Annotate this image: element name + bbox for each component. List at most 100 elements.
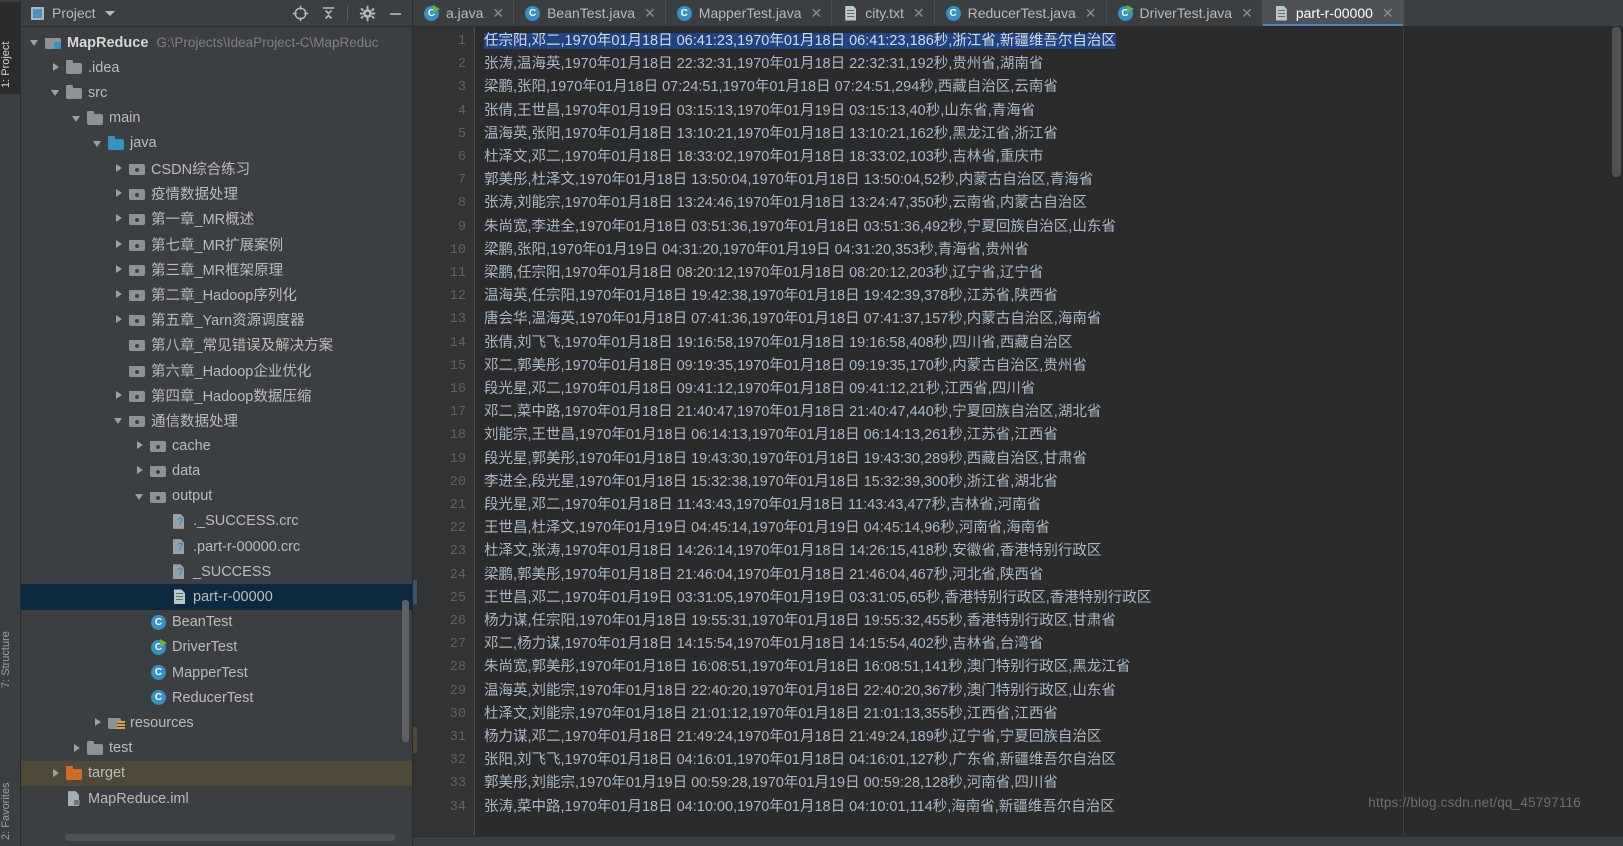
minimize-icon[interactable]	[382, 1, 408, 25]
code-line[interactable]: 邓二,菜中路,1970年01月18日 21:40:47,1970年01月18日 …	[484, 401, 1101, 424]
editor-tab-drivertest-java[interactable]: DriverTest.java ✕	[1107, 0, 1263, 26]
tree-row[interactable]: BeanTest	[21, 610, 412, 635]
code-line[interactable]: 朱尚宽,李进全,1970年01月18日 03:51:36,1970年01月18日…	[484, 216, 1116, 239]
triangle-right-icon[interactable]	[113, 187, 126, 200]
code-line[interactable]: 郭美彤,杜泽文,1970年01月18日 13:50:04,1970年01月18日…	[484, 169, 1093, 192]
code-line[interactable]: 杨力谋,邓二,1970年01月18日 21:49:24,1970年01月18日 …	[484, 726, 1101, 749]
triangle-down-icon[interactable]	[71, 112, 84, 125]
triangle-right-icon[interactable]	[113, 212, 126, 225]
tree-row[interactable]: 第六章_Hadoop企业优化	[21, 358, 412, 383]
locate-icon[interactable]	[287, 1, 313, 25]
editor-scrollbar-thumb[interactable]	[1612, 27, 1621, 177]
tree-row[interactable]: .part-r-00000.crc	[21, 534, 412, 559]
triangle-right-icon[interactable]	[92, 716, 105, 729]
tree-row[interactable]: src	[21, 80, 412, 105]
code-line[interactable]: 张涛,菜中路,1970年01月18日 04:10:00,1970年01月18日 …	[484, 796, 1115, 819]
tree-row[interactable]: MapReduce.iml	[21, 786, 412, 811]
tree-row[interactable]: MapReduce G:\Projects\IdeaProject-C\MapRe…	[21, 30, 412, 55]
triangle-right-icon[interactable]	[50, 61, 63, 74]
tree-row[interactable]: 第一章_MR概述	[21, 206, 412, 231]
code-line[interactable]: 郭美彤,刘能宗,1970年01月19日 00:59:28,1970年01月19日…	[484, 772, 1058, 795]
project-tree[interactable]: MapReduce G:\Projects\IdeaProject-C\MapRe…	[21, 27, 412, 843]
close-icon[interactable]: ✕	[1241, 5, 1253, 22]
code-line[interactable]: 温海英,任宗阳,1970年01月18日 19:42:38,1970年01月18日…	[484, 285, 1058, 308]
code-line[interactable]: 张阳,刘飞飞,1970年01月18日 04:16:01,1970年01月18日 …	[484, 749, 1116, 772]
code-line[interactable]: 段光星,邓二,1970年01月18日 11:43:43,1970年01月18日 …	[484, 494, 1041, 517]
gear-icon[interactable]	[354, 1, 380, 25]
tree-row[interactable]: 第八章_常见错误及解决方案	[21, 332, 412, 357]
code-line[interactable]: 梁鹏,张阳,1970年01月18日 07:24:51,1970年01月18日 0…	[484, 76, 1058, 99]
tree-row[interactable]: java	[21, 131, 412, 156]
code-line[interactable]: 张倩,刘飞飞,1970年01月18日 19:16:58,1970年01月18日 …	[484, 332, 1072, 355]
code-line[interactable]: 杜泽文,刘能宗,1970年01月18日 21:01:12,1970年01月18日…	[484, 703, 1058, 726]
code-lines[interactable]: 任宗阳,邓二,1970年01月18日 06:41:23,1970年01月18日 …	[413, 27, 1623, 846]
tree-row[interactable]: CSDN综合练习	[21, 156, 412, 181]
project-vertical-scrollbar[interactable]	[402, 600, 409, 742]
tree-row[interactable]: ReducerTest	[21, 685, 412, 710]
code-line[interactable]: 张倩,王世昌,1970年01月19日 03:15:13,1970年01月19日 …	[484, 100, 1035, 123]
code-line[interactable]: 杜泽文,张涛,1970年01月18日 14:26:14,1970年01月18日 …	[484, 540, 1101, 563]
triangle-right-icon[interactable]	[113, 313, 126, 326]
code-line[interactable]: 王世昌,邓二,1970年01月19日 03:31:05,1970年01月19日 …	[484, 587, 1151, 610]
editor-vertical-scrollbar[interactable]	[1610, 27, 1623, 846]
close-icon[interactable]: ✕	[644, 5, 656, 22]
tree-row[interactable]: 疫情数据处理	[21, 181, 412, 206]
close-icon[interactable]: ✕	[913, 5, 925, 22]
editor-tab-a-java[interactable]: a.java ✕	[413, 0, 515, 26]
tree-row[interactable]: data	[21, 458, 412, 483]
code-line[interactable]: 段光星,邓二,1970年01月18日 09:41:12,1970年01月18日 …	[484, 378, 1035, 401]
code-line[interactable]: 任宗阳,邓二,1970年01月18日 06:41:23,1970年01月18日 …	[484, 30, 1116, 53]
tree-row[interactable]: 第四章_Hadoop数据压缩	[21, 383, 412, 408]
triangle-right-icon[interactable]	[113, 389, 126, 402]
triangle-right-icon[interactable]	[134, 464, 147, 477]
editor-tab-beantest-java[interactable]: BeanTest.java ✕	[514, 0, 666, 26]
code-line[interactable]: 温海英,刘能宗,1970年01月18日 22:40:20,1970年01月18日…	[484, 680, 1116, 703]
close-icon[interactable]: ✕	[811, 5, 823, 22]
close-icon[interactable]: ✕	[1085, 5, 1097, 22]
code-line[interactable]: 张涛,温海英,1970年01月18日 22:32:31,1970年01月18日 …	[484, 53, 1043, 76]
triangle-down-icon[interactable]	[29, 36, 42, 49]
tree-row[interactable]: part-r-00000	[21, 584, 412, 610]
editor-gutter[interactable]: 1 2 3 4 5 6 7 8 9 10 11 12 13 14 15 16 17 18 19 20 21 22 23 24 2…	[413, 27, 475, 846]
code-line[interactable]: 朱尚宽,郭美彤,1970年01月18日 16:08:51,1970年01月18日…	[484, 656, 1130, 679]
triangle-right-icon[interactable]	[113, 263, 126, 276]
triangle-right-icon[interactable]	[71, 742, 84, 755]
collapse-all-icon[interactable]	[315, 1, 341, 25]
code-line[interactable]: 段光星,郭美彤,1970年01月18日 19:43:30,1970年01月18日…	[484, 448, 1087, 471]
triangle-right-icon[interactable]	[113, 238, 126, 251]
code-line[interactable]: 梁鹏,张阳,1970年01月19日 04:31:20,1970年01月19日 0…	[484, 239, 1029, 262]
tree-row[interactable]: _SUCCESS	[21, 559, 412, 584]
code-line[interactable]: 邓二,郭美彤,1970年01月18日 09:19:35,1970年01月18日 …	[484, 355, 1087, 378]
project-horizontal-scrollbar[interactable]	[65, 834, 395, 841]
code-line[interactable]: 邓二,杨力谋,1970年01月18日 14:15:54,1970年01月18日 …	[484, 633, 1043, 656]
tool-tab-favorites[interactable]: 2: Favorites	[0, 742, 21, 842]
triangle-down-icon[interactable]	[50, 86, 63, 99]
tree-row[interactable]: output	[21, 484, 412, 509]
tree-row[interactable]: test	[21, 736, 412, 761]
code-line[interactable]: 梁鹏,郭美彤,1970年01月18日 21:46:04,1970年01月18日 …	[484, 564, 1043, 587]
code-line[interactable]: 温海英,张阳,1970年01月18日 13:10:21,1970年01月18日 …	[484, 123, 1058, 146]
tree-row[interactable]: ._SUCCESS.crc	[21, 509, 412, 534]
code-line[interactable]: 梁鹏,任宗阳,1970年01月18日 08:20:12,1970年01月18日 …	[484, 262, 1043, 285]
tree-row[interactable]: main	[21, 106, 412, 131]
code-line[interactable]: 杨力谋,任宗阳,1970年01月18日 19:55:31,1970年01月18日…	[484, 610, 1116, 633]
tree-row[interactable]: cache	[21, 433, 412, 458]
tree-row[interactable]: target	[21, 760, 412, 786]
triangle-down-icon[interactable]	[113, 414, 126, 427]
tree-row[interactable]: 第二章_Hadoop序列化	[21, 282, 412, 307]
triangle-right-icon[interactable]	[50, 767, 63, 780]
code-line[interactable]: 刘能宗,王世昌,1970年01月18日 06:14:13,1970年01月18日…	[484, 424, 1058, 447]
triangle-right-icon[interactable]	[113, 288, 126, 301]
code-line[interactable]: 李进全,段光星,1970年01月18日 15:32:38,1970年01月18日…	[484, 471, 1058, 494]
close-icon[interactable]: ✕	[492, 5, 504, 22]
editor-tab-mappertest-java[interactable]: MapperTest.java ✕	[666, 0, 833, 26]
tree-row[interactable]: 第三章_MR框架原理	[21, 257, 412, 282]
tree-row[interactable]: resources	[21, 710, 412, 735]
code-viewport[interactable]: 1 2 3 4 5 6 7 8 9 10 11 12 13 14 15 16 17 18 19 20 21 22 23 24 2…	[413, 27, 1623, 846]
triangle-down-icon[interactable]	[134, 490, 147, 503]
tree-row[interactable]: DriverTest	[21, 635, 412, 660]
code-line[interactable]: 唐会华,温海英,1970年01月18日 07:41:36,1970年01月18日…	[484, 308, 1101, 331]
tree-row[interactable]: 通信数据处理	[21, 408, 412, 433]
tree-row[interactable]: 第五章_Yarn资源调度器	[21, 307, 412, 332]
tool-tab-structure[interactable]: 7: Structure	[0, 600, 21, 692]
